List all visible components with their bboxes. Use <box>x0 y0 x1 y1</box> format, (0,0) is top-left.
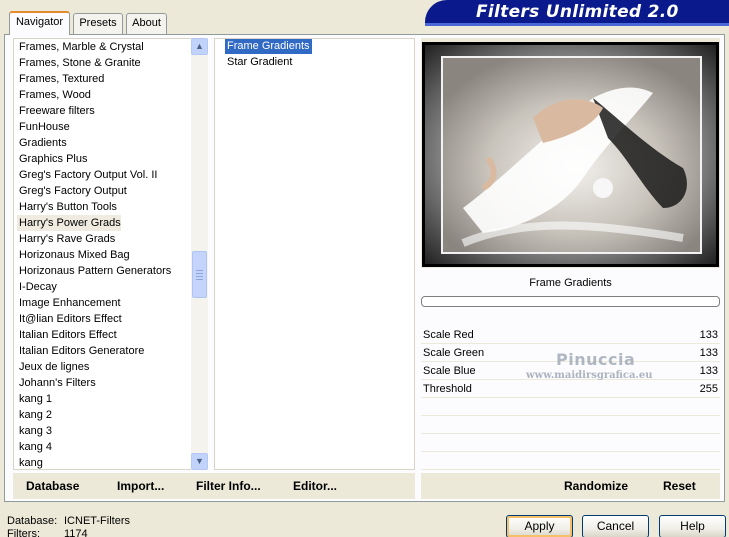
scroll-grip <box>196 279 203 280</box>
category-item[interactable]: It@lian Editors Effect <box>19 311 189 327</box>
category-item[interactable]: kang 4 <box>19 439 189 455</box>
param-label: Scale Blue <box>423 365 476 377</box>
filter-info-button[interactable]: Filter Info... <box>196 479 261 493</box>
progress-bar <box>421 296 720 307</box>
category-item[interactable]: Frames, Marble & Crystal <box>19 39 189 55</box>
param-label: Threshold <box>423 383 472 395</box>
param-label: Scale Red <box>423 329 474 341</box>
database-button[interactable]: Database <box>26 479 79 493</box>
param-value: 133 <box>699 347 718 359</box>
scroll-grip <box>196 276 203 277</box>
tab-navigator[interactable]: Navigator <box>9 11 70 35</box>
category-item[interactable]: Harry's Rave Grads <box>19 231 189 247</box>
cancel-button[interactable]: Cancel <box>582 515 649 537</box>
category-item[interactable]: kang 1 <box>19 391 189 407</box>
chevron-down-icon: ▼ <box>195 456 204 466</box>
scroll-up-button[interactable]: ▲ <box>191 38 208 55</box>
status-filters-label: Filters: <box>7 528 40 537</box>
category-item[interactable]: Johann's Filters <box>19 375 189 391</box>
import-button[interactable]: Import... <box>117 479 164 493</box>
category-item[interactable]: Italian Editors Effect <box>19 327 189 343</box>
tab-presets[interactable]: Presets <box>73 13 123 34</box>
param-row-empty <box>421 453 720 470</box>
scroll-down-button[interactable]: ▼ <box>191 453 208 470</box>
watermark-name: Pinuccia <box>556 350 636 369</box>
category-item[interactable]: Greg's Factory Output Vol. II <box>19 167 189 183</box>
param-value: 255 <box>699 383 718 395</box>
status-database-label: Database: <box>7 515 58 527</box>
chevron-up-icon: ▲ <box>195 41 204 51</box>
reset-button[interactable]: Reset <box>663 479 696 493</box>
category-item[interactable]: Italian Editors Generatore <box>19 343 189 359</box>
filter-item-star-gradient[interactable]: Star Gradient <box>225 55 294 70</box>
category-item[interactable]: Frames, Wood <box>19 87 189 103</box>
editor-button[interactable]: Editor... <box>293 479 337 493</box>
category-item[interactable]: Harry's Button Tools <box>19 199 189 215</box>
category-item[interactable]: Horizonaus Pattern Generators <box>19 263 189 279</box>
category-item[interactable]: Graphics Plus <box>19 151 189 167</box>
category-item[interactable]: kang 2 <box>19 407 189 423</box>
tab-about[interactable]: About <box>126 13 167 34</box>
randomize-button[interactable]: Randomize <box>564 479 628 493</box>
scroll-thumb[interactable] <box>192 251 207 298</box>
param-value: 133 <box>699 329 718 341</box>
preview-image <box>441 56 702 254</box>
selected-filter-title: Frame Gradients <box>529 277 612 289</box>
category-item[interactable]: Greg's Factory Output <box>19 183 189 199</box>
param-row-empty <box>421 435 720 452</box>
category-item[interactable]: Gradients <box>19 135 189 151</box>
filter-list[interactable] <box>214 38 415 470</box>
status-filters-value: 1174 <box>64 528 88 537</box>
category-item[interactable]: I-Decay <box>19 279 189 295</box>
help-button[interactable]: Help <box>659 515 726 537</box>
category-item[interactable]: Freeware filters <box>19 103 189 119</box>
filter-item-frame-gradients[interactable]: Frame Gradients <box>225 39 312 54</box>
category-item[interactable]: Frames, Stone & Granite <box>19 55 189 71</box>
scroll-grip <box>196 273 203 274</box>
watermark-url: www.maidirsgrafica.eu <box>526 370 653 381</box>
category-item[interactable]: Frames, Textured <box>19 71 189 87</box>
category-item[interactable]: Jeux de lignes <box>19 359 189 375</box>
app-title: Filters Unlimited 2.0 <box>476 2 679 22</box>
category-item[interactable]: kang 3 <box>19 423 189 439</box>
status-database-value: ICNET-Filters <box>64 515 130 527</box>
category-item[interactable]: Image Enhancement <box>19 295 189 311</box>
param-value: 133 <box>699 365 718 377</box>
apply-button[interactable]: Apply <box>506 515 573 537</box>
param-row-empty <box>421 399 720 416</box>
param-row-empty <box>421 417 720 434</box>
category-item[interactable]: FunHouse <box>19 119 189 135</box>
category-item[interactable]: Horizonaus Mixed Bag <box>19 247 189 263</box>
param-label: Scale Green <box>423 347 485 359</box>
category-item[interactable]: Harry's Power Grads <box>17 215 121 231</box>
scroll-grip <box>196 270 203 271</box>
category-item[interactable]: kang <box>19 455 189 471</box>
